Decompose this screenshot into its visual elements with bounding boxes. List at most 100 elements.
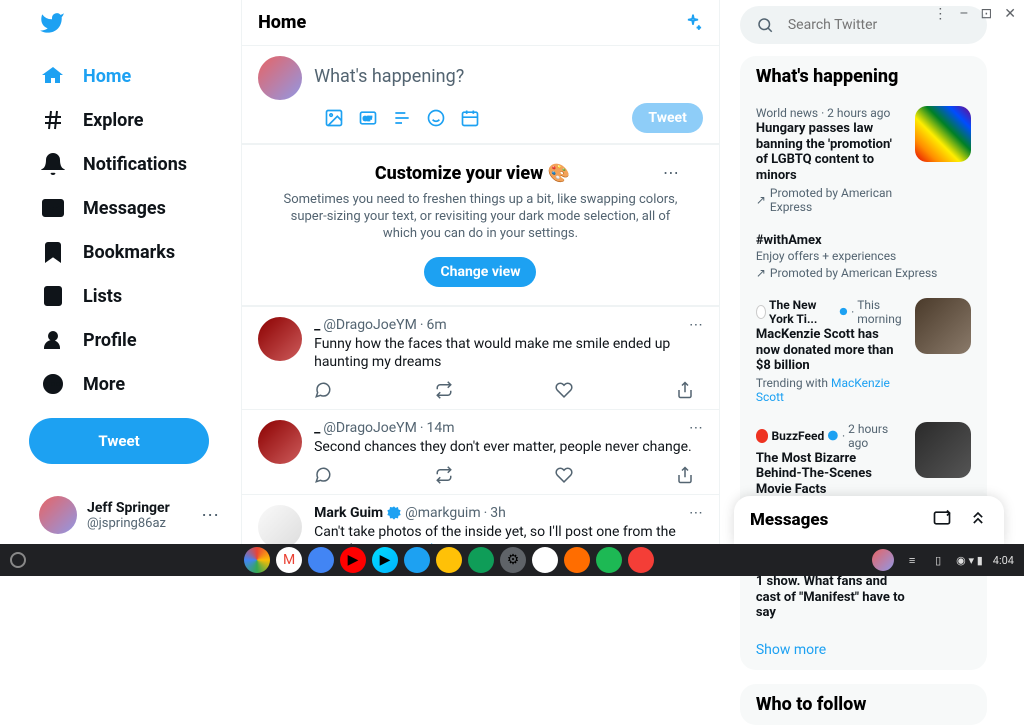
spotify-icon[interactable]	[596, 547, 622, 573]
chrome-icon[interactable]	[244, 547, 270, 573]
hangouts-icon[interactable]	[468, 547, 494, 573]
files-icon[interactable]	[436, 547, 462, 573]
gif-icon[interactable]: GIF	[358, 108, 378, 128]
reply-icon[interactable]	[314, 381, 332, 399]
nav-profile[interactable]: Profile	[29, 318, 229, 362]
retweet-icon[interactable]	[435, 381, 453, 399]
trend-item[interactable]: #withAmex Enjoy offers + experiences ↗ P…	[740, 223, 987, 289]
nav-label: Bookmarks	[83, 242, 175, 263]
user-avatar[interactable]	[872, 549, 894, 571]
nav-notifications[interactable]: Notifications	[29, 142, 229, 186]
twitter-app-icon[interactable]	[404, 547, 430, 573]
sidebar-tweet-button[interactable]: Tweet	[29, 418, 209, 464]
settings-icon[interactable]: ⚙	[500, 547, 526, 573]
tweet-more-icon[interactable]: ⋯	[689, 420, 703, 436]
more-icon	[41, 372, 65, 396]
nav-explore[interactable]: Explore	[29, 98, 229, 142]
minimize-icon[interactable]: –	[959, 6, 968, 22]
window-menu-icon[interactable]: ⋮	[933, 6, 947, 22]
trend-image	[915, 106, 971, 162]
like-icon[interactable]	[555, 381, 573, 399]
profile-more-icon[interactable]: ⋯	[201, 505, 219, 526]
close-icon[interactable]: ✕	[1004, 6, 1016, 22]
tweet-author[interactable]: Mark Guim	[314, 505, 383, 521]
share-icon[interactable]	[676, 381, 694, 399]
media-icon[interactable]	[324, 108, 344, 128]
profile-name: Jeff Springer	[87, 500, 201, 516]
tweet[interactable]: _ @DragoJoeYM · 6m ⋯ Funny how the faces…	[242, 307, 719, 410]
compose-input[interactable]: What's happening?	[314, 56, 703, 97]
schedule-icon[interactable]	[460, 108, 480, 128]
tweet-author[interactable]: _	[314, 420, 320, 436]
like-icon[interactable]	[555, 466, 573, 484]
trend-title: MacKenzie Scott has now donated more tha…	[756, 327, 905, 374]
avatar[interactable]	[258, 56, 302, 100]
avatar[interactable]	[258, 317, 302, 361]
poll-icon[interactable]	[392, 108, 412, 128]
messages-dock[interactable]: Messages	[734, 496, 1004, 544]
twitter-logo[interactable]	[29, 0, 229, 50]
pocketcasts-icon[interactable]	[628, 547, 654, 573]
notification-tray-icon[interactable]: ≡	[904, 552, 920, 568]
emoji-icon[interactable]	[426, 108, 446, 128]
compose-tweet-button[interactable]: Tweet	[632, 103, 702, 133]
sidebar-profile[interactable]: Jeff Springer @jspring86az ⋯	[29, 486, 229, 544]
phone-icon[interactable]: ▯	[930, 552, 946, 568]
change-view-button[interactable]: Change view	[424, 257, 536, 287]
avatar[interactable]	[258, 505, 302, 544]
maximize-icon[interactable]: ⊡	[981, 6, 993, 22]
trending-link[interactable]: MacKenzie Scott	[756, 376, 890, 404]
nav-label: Explore	[83, 110, 143, 131]
photos-icon[interactable]	[532, 547, 558, 573]
trend-item[interactable]: World news · 2 hours ago Hungary passes …	[740, 97, 987, 223]
verified-icon	[839, 305, 848, 318]
bell-icon	[41, 152, 65, 176]
tweet-author[interactable]: _	[314, 317, 320, 333]
nav-more[interactable]: More	[29, 362, 229, 406]
home-icon	[41, 64, 65, 88]
tweet[interactable]: _ @DragoJoeYM · 14m ⋯ Second chances the…	[242, 410, 719, 495]
share-icon[interactable]	[676, 466, 694, 484]
promoted-label: ↗ Promoted by American Express	[756, 186, 905, 214]
avatar[interactable]	[258, 420, 302, 464]
trend-sub: Enjoy offers + experiences	[756, 249, 971, 263]
sparkle-icon[interactable]	[683, 13, 703, 33]
promoted-label: ↗ Promoted by American Express	[756, 266, 971, 280]
nav-home[interactable]: Home	[29, 54, 229, 98]
trend-item[interactable]: The New York Ti... · This morning MacKen…	[740, 289, 987, 413]
retweet-icon[interactable]	[435, 466, 453, 484]
new-message-icon[interactable]	[932, 508, 952, 532]
nav-label: Messages	[83, 198, 166, 219]
nav-bookmarks[interactable]: Bookmarks	[29, 230, 229, 274]
tweet-handle: @DragoJoeYM	[323, 420, 416, 436]
expand-icon[interactable]	[968, 508, 988, 532]
trend-item[interactable]: BuzzFeed · 2 hours ago The Most Bizarre …	[740, 413, 987, 507]
trend-title: Hungary passes law banning the 'promotio…	[756, 121, 905, 183]
source-icon	[756, 305, 766, 319]
avatar	[39, 496, 77, 534]
tweet[interactable]: Mark Guim @markguim · 3h ⋯ Can't take ph…	[242, 495, 719, 544]
youtube-icon[interactable]: ▶	[340, 547, 366, 573]
trend-meta: World news · 2 hours ago	[756, 106, 905, 120]
whats-happening-title: What's happening	[740, 56, 987, 97]
reply-icon[interactable]	[314, 466, 332, 484]
gmail-icon[interactable]: M	[276, 547, 302, 573]
launcher-icon[interactable]	[10, 552, 26, 568]
app-icon[interactable]	[564, 547, 590, 573]
tweet-time: 6m	[426, 317, 446, 333]
play-icon[interactable]: ▶	[372, 547, 398, 573]
nav-messages[interactable]: Messages	[29, 186, 229, 230]
clock[interactable]: 4:04	[993, 554, 1014, 567]
more-icon[interactable]: ⋯	[663, 163, 679, 182]
search-icon	[756, 16, 774, 34]
tweet-more-icon[interactable]: ⋯	[689, 317, 703, 333]
docs-icon[interactable]	[308, 547, 334, 573]
trend-title: The Most Bizarre Behind-The-Scenes Movie…	[756, 451, 905, 498]
svg-text:GIF: GIF	[363, 117, 373, 123]
tweet-more-icon[interactable]: ⋯	[689, 505, 703, 521]
list-icon	[41, 284, 65, 308]
tweet-time: 14m	[426, 420, 454, 436]
show-more-link[interactable]: Show more	[740, 630, 987, 670]
nav-lists[interactable]: Lists	[29, 274, 229, 318]
status-icons[interactable]: ◉ ▾ ▮	[956, 554, 983, 567]
